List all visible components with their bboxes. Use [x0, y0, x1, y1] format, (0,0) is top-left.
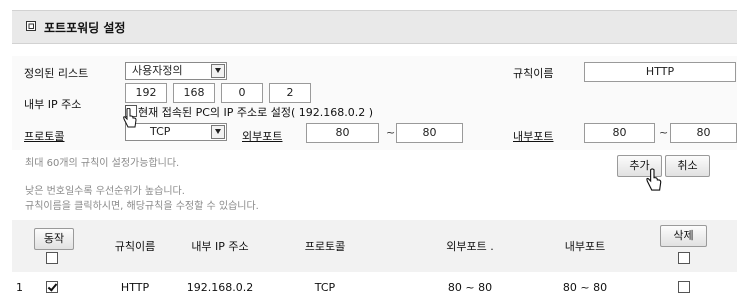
external-port-column-header: 외부포트 . [446, 240, 494, 253]
row-enabled-checkbox[interactable] [46, 281, 58, 293]
external-port-label: 외부포트 [242, 130, 283, 143]
internal-ip-column-header: 내부 IP 주소 [191, 240, 249, 253]
defined-list-value: 사용자정의 [132, 64, 183, 77]
protocol-select[interactable]: TCP [125, 123, 227, 141]
ip-octet-2-input[interactable]: 168 [173, 83, 215, 103]
internal-port-label: 내부포트 [513, 130, 554, 143]
defined-list-label: 정의된 리스트 [24, 67, 89, 80]
page-icon [26, 21, 36, 31]
protocol-label: 프로토콜 [24, 130, 65, 143]
internal-ip-label: 내부 IP 주소 [24, 98, 82, 111]
ip-octet-4-input[interactable]: 2 [269, 83, 311, 103]
row-rule-name-link[interactable]: HTTP [112, 281, 158, 294]
internal-port-column-header: 내부포트 [564, 240, 606, 253]
row-external-port: 80 ~ 80 [447, 281, 493, 294]
hand-cursor-icon [123, 108, 137, 128]
protocol-column-header: 프로토콜 [304, 240, 346, 253]
ip-octet-3-input[interactable]: 0 [221, 83, 263, 103]
delete-button[interactable]: 삭제 [660, 225, 707, 247]
page-title: 포트포워딩 설정 [44, 21, 126, 35]
chevron-down-icon[interactable] [211, 64, 225, 78]
priority-note: 낮은 번호일수록 우선순위가 높습니다. [25, 186, 185, 197]
external-port-from-input[interactable]: 80 [306, 123, 379, 143]
select-all-checkbox[interactable] [46, 252, 58, 264]
internal-port-to-input[interactable]: 80 [670, 123, 737, 143]
max-rules-note: 최대 60개의 규칙이 설정가능합니다. [25, 158, 180, 169]
external-port-separator: ~ [386, 126, 396, 139]
current-pc-ip-label: 현재 접속된 PC의 IP 주소로 설정( 192.168.0.2 ) [138, 106, 374, 119]
internal-port-from-input[interactable]: 80 [584, 123, 655, 143]
rule-name-input[interactable]: HTTP [584, 62, 736, 82]
row-index: 1 [16, 281, 23, 294]
row-protocol: TCP [314, 281, 336, 294]
row-internal-port: 80 ~ 80 [562, 281, 608, 294]
rule-form: 정의된 리스트 사용자정의 규칙이름 HTTP 내부 IP 주소 192 168… [12, 56, 737, 150]
ip-octet-1-input[interactable]: 192 [125, 83, 167, 103]
chevron-down-icon[interactable] [211, 125, 225, 139]
page-header: 포트포워딩 설정 [12, 10, 737, 44]
delete-all-checkbox[interactable] [678, 252, 690, 264]
action-button[interactable]: 동작 [34, 228, 74, 250]
rule-name-column-header: 규칙이름 [114, 240, 156, 253]
rule-name-label: 규칙이름 [513, 67, 554, 80]
cancel-button[interactable]: 취소 [665, 155, 710, 177]
external-port-to-input[interactable]: 80 [396, 123, 463, 143]
row-internal-ip: 192.168.0.2 [186, 281, 254, 294]
edit-hint-note: 규칙이름을 클릭하시면, 해당규칙을 수정할 수 있습니다. [25, 201, 259, 212]
defined-list-select[interactable]: 사용자정의 [125, 62, 227, 80]
internal-port-separator: ~ [659, 126, 669, 139]
hand-cursor-icon [646, 168, 662, 191]
row-delete-checkbox[interactable] [678, 281, 690, 293]
